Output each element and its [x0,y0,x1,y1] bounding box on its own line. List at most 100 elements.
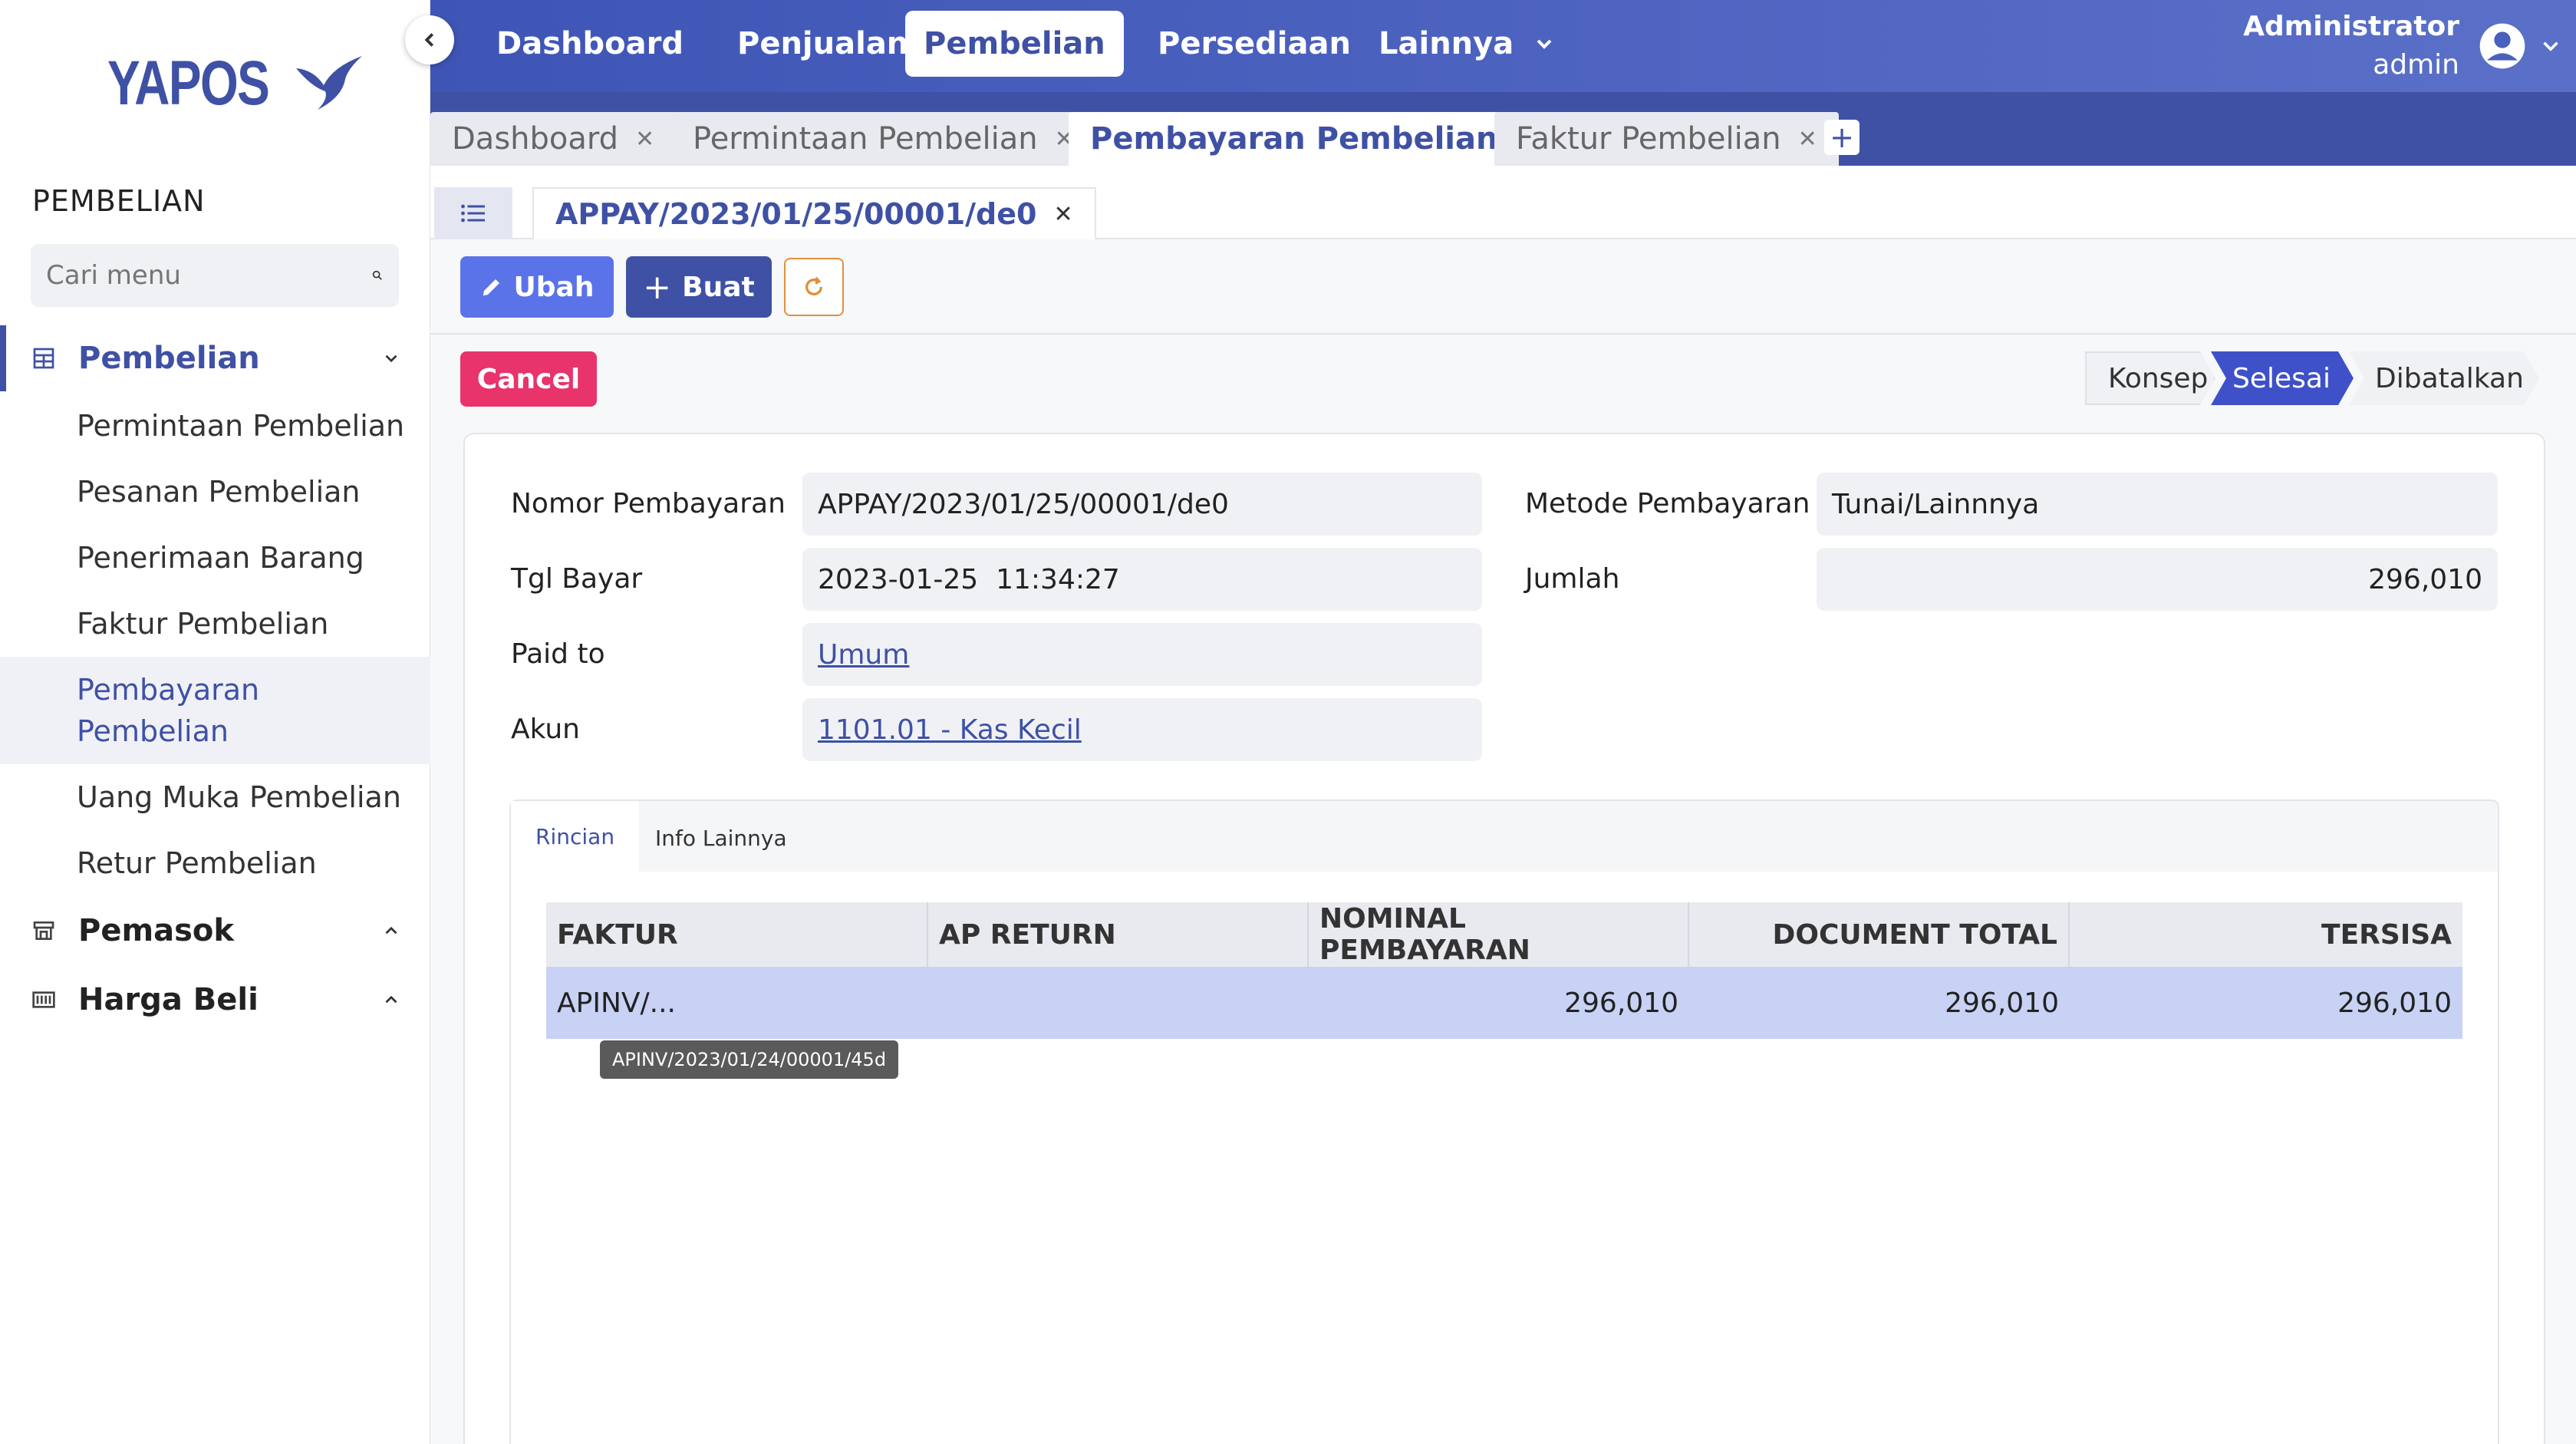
column-header-faktur[interactable]: FAKTUR [546,902,928,967]
tab-label: Permintaan Pembelian [693,121,1038,157]
tab-label: Dashboard [452,121,619,157]
sidebar-item-permintaan[interactable]: Permintaan Pembelian [0,393,430,459]
nav-dashboard[interactable]: Dashboard [478,11,702,77]
cell-tersisa: 296,010 [2337,987,2452,1019]
list-view-button[interactable] [434,187,512,239]
metode-pembayaran-field[interactable]: Tunai/Lainnnya [1817,473,2498,536]
tab-label: Faktur Pembelian [1516,121,1781,157]
status-konsep[interactable]: Konsep [2085,351,2215,405]
plus-icon: + [643,267,672,307]
table-row[interactable]: APINV/... 296,010 296,010 296,010 [546,967,2462,1039]
edit-button[interactable]: Ubah [460,256,614,318]
refresh-button[interactable] [784,258,844,316]
sidebar-item-retur[interactable]: Retur Pembelian [0,830,430,896]
search-icon[interactable] [371,264,384,287]
create-button-label: Buat [682,271,755,303]
chevron-up-icon [385,926,397,935]
chevron-up-icon [385,995,397,1004]
edit-button-label: Ubah [513,271,595,303]
add-tab-button[interactable]: + [1824,120,1860,155]
table-icon [31,345,57,371]
nomor-pembayaran-field[interactable]: APPAY/2023/01/25/00001/de0 [802,473,1482,536]
cell-faktur: APINV/... [557,987,676,1019]
sidebar-group-pembelian[interactable]: Pembelian [0,325,430,391]
user-menu[interactable]: Administrator admin [2243,0,2576,92]
jumlah-field[interactable]: 296,010 [1817,548,2498,611]
paid-to-label: Paid to [511,638,605,670]
sidebar-item-pesanan[interactable]: Pesanan Pembelian [0,459,430,525]
sidebar-group-harga-beli[interactable]: Harga Beli [0,967,430,1033]
sidebar-item-uang-muka[interactable]: Uang Muka Pembelian [0,764,430,830]
cell-nominal: 296,010 [1564,987,1678,1019]
avatar-icon [2479,23,2525,69]
tab-faktur-pembelian[interactable]: Faktur Pembelian ✕ [1494,112,1839,166]
menu-search-input[interactable] [46,260,371,291]
column-header-nominal[interactable]: NOMINAL PEMBAYARAN [1309,902,1689,967]
logo-text: YAPOS [107,48,270,118]
sidebar-group-label: Pembelian [78,341,260,376]
column-header-document-total[interactable]: DOCUMENT TOTAL [1689,902,2070,967]
faktur-tooltip: APINV/2023/01/24/00001/45d [600,1040,899,1079]
document-tab[interactable]: APPAY/2023/01/25/00001/de0 ✕ [532,187,1096,239]
sidebar-item-label: Faktur Pembelian [77,607,329,641]
status-steps: Konsep Selesai Dibatalkan [2085,351,2539,405]
cell-ap-return [928,967,1309,1039]
paid-to-field[interactable]: Umum [802,623,1482,686]
sidebar-group-label: Pemasok [78,913,235,948]
close-icon[interactable]: ✕ [1798,126,1817,153]
chevron-down-icon [385,354,397,363]
sidebar-item-label: Pembayaran Pembelian [77,673,260,748]
barcode-icon [31,987,57,1013]
store-icon [31,918,57,944]
cell-document-total: 296,010 [1945,987,2059,1019]
create-button[interactable]: + Buat [626,256,772,318]
status-dibatalkan[interactable]: Dibatalkan [2349,351,2539,405]
table-header: FAKTUR AP RETURN NOMINAL PEMBAYARAN DOCU… [546,902,2462,967]
sidebar-item-label: Uang Muka Pembelian [77,780,401,814]
tgl-bayar-field[interactable]: 2023-01-25 11:34:27 [802,548,1482,611]
detail-tabs: Rincian Info Lainnya [509,799,2499,875]
nav-lainnya[interactable]: Lainnya [1360,11,1532,77]
tab-pembayaran-pembelian[interactable]: Pembayaran Pembelian✕ [1069,112,1556,166]
sidebar-item-faktur[interactable]: Faktur Pembelian [0,591,430,657]
cancel-button[interactable]: Cancel [460,351,597,407]
status-selesai[interactable]: Selesai [2211,351,2354,405]
paid-to-link[interactable]: Umum [818,639,909,671]
tab-dashboard[interactable]: Dashboard ✕ [430,112,677,166]
document-tab-label: APPAY/2023/01/25/00001/de0 [555,197,1037,231]
metode-pembayaran-label: Metode Pembayaran [1525,488,1810,519]
nav-pembelian[interactable]: Pembelian [905,11,1124,77]
close-icon[interactable]: ✕ [1053,201,1072,228]
tab-permintaan-pembelian[interactable]: Permintaan Pembelian ✕ [671,112,1095,166]
sidebar-item-penerimaan[interactable]: Penerimaan Barang [0,525,430,591]
sidebar-section-title: PEMBELIAN [32,184,206,218]
user-name: Administrator [2243,11,2459,42]
nav-persediaan[interactable]: Persediaan [1139,11,1369,77]
sidebar-item-label: Penerimaan Barang [77,541,364,575]
akun-field[interactable]: 1101.01 - Kas Kecil [802,698,1482,761]
column-header-ap-return[interactable]: AP RETURN [928,902,1309,967]
sidebar-group-pemasok[interactable]: Pemasok [0,898,430,964]
akun-link[interactable]: 1101.01 - Kas Kecil [818,714,1082,746]
open-tabs-bar: Dashboard ✕ Permintaan Pembelian ✕ Pembaya… [430,92,2576,166]
close-icon[interactable]: ✕ [635,126,654,153]
user-role: admin [2373,49,2459,81]
sidebar-item-label: Retur Pembelian [77,846,317,880]
sidebar-group-label: Harga Beli [78,982,259,1017]
list-icon [461,204,485,223]
tab-info-lainnya[interactable]: Info Lainnya [631,801,812,875]
chevron-left-icon [424,33,434,47]
collapse-sidebar-button[interactable] [405,15,454,64]
sidebar-item-pembayaran[interactable]: Pembayaran Pembelian [0,657,430,764]
refresh-icon [805,276,823,296]
jumlah-label: Jumlah [1525,563,1620,595]
sidebar: YAPOS PEMBELIAN Pembelian Permintaan Pem… [0,0,430,1444]
nomor-pembayaran-label: Nomor Pembayaran [511,488,786,519]
column-header-tersisa[interactable]: TERSISA [2070,902,2462,967]
tgl-bayar-label: Tgl Bayar [511,563,643,595]
nav-penjualan[interactable]: Penjualan [719,11,927,77]
nav-more-dropdown[interactable] [1514,11,1575,77]
tab-rincian[interactable]: Rincian [511,801,640,875]
logo[interactable]: YAPOS [107,48,364,120]
menu-search[interactable] [31,244,399,307]
